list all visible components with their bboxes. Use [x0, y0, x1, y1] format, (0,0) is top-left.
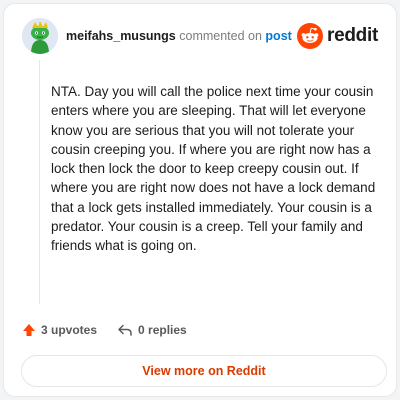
comment-actions: 3 upvotes 0 replies	[22, 320, 187, 340]
comment-embed-card: meifahs_musungs commented on post reddit…	[3, 3, 397, 397]
view-more-on-reddit-button[interactable]: View more on Reddit	[21, 355, 387, 387]
reddit-logo[interactable]: reddit	[297, 22, 378, 50]
comment-body: NTA. Day you will call the police next t…	[51, 84, 376, 254]
upvote-count: 3 upvotes	[41, 323, 98, 337]
avatar-snoo-icon	[22, 18, 58, 54]
post-link[interactable]: post	[265, 29, 291, 43]
comment-meta: meifahs_musungs commented on post	[66, 29, 292, 43]
user-avatar[interactable]	[22, 18, 58, 54]
reply-count: 0 replies	[138, 323, 187, 337]
replies-button[interactable]: 0 replies	[117, 323, 187, 337]
reply-arrow-icon	[118, 324, 132, 336]
comment-verb: commented on	[179, 29, 262, 43]
author-username[interactable]: meifahs_musungs	[66, 29, 176, 43]
upvote-button[interactable]: 3 upvotes	[22, 323, 97, 337]
comment-header: meifahs_musungs commented on post reddit	[22, 18, 378, 54]
thread-line	[39, 60, 40, 304]
reddit-wordmark: reddit	[327, 25, 378, 46]
upvote-arrow-icon	[23, 324, 35, 336]
reddit-snoo-icon	[297, 23, 324, 49]
